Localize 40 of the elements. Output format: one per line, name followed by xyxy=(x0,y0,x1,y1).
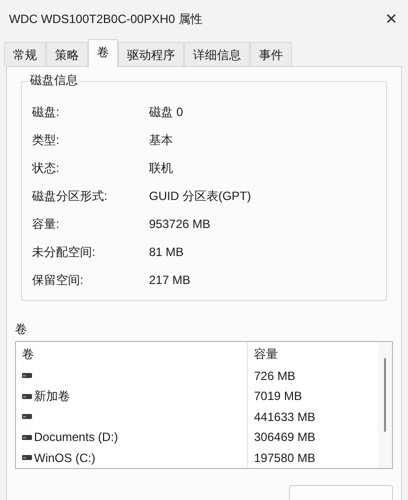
column-header[interactable]: 卷 xyxy=(16,342,248,366)
volume-capacity: 306469 MB xyxy=(253,429,316,446)
field-label: 磁盘: xyxy=(32,104,60,121)
section-label: 卷 xyxy=(15,323,28,335)
tab[interactable]: 驱动程序 xyxy=(118,42,184,66)
field-value: GUID 分区表(GPT) xyxy=(149,188,251,205)
tab[interactable]: 策略 xyxy=(46,42,88,66)
scrollbar[interactable] xyxy=(378,342,392,468)
field-label: 类型: xyxy=(32,132,60,149)
field-label: 状态: xyxy=(32,160,60,177)
field-label: 磁盘分区形式: xyxy=(32,188,108,205)
field-value: 磁盘 0 xyxy=(149,104,184,121)
tab[interactable]: 常规 xyxy=(4,42,46,66)
field-value: 81 MB xyxy=(149,244,184,261)
field-value: 联机 xyxy=(149,160,173,177)
field-value: 953726 MB xyxy=(149,216,210,233)
volume-capacity: 726 MB xyxy=(253,368,296,385)
volume-capacity: 7019 MB xyxy=(253,388,302,406)
tab[interactable]: 事件 xyxy=(250,42,292,66)
window-title: WDC WDS100T2B0C-00PXH0 属性 xyxy=(9,11,202,28)
field-label: 未分配空间: xyxy=(32,244,96,261)
drive-icon xyxy=(22,373,32,378)
close-button[interactable]: ✕ xyxy=(385,12,398,26)
field-value: 基本 xyxy=(149,132,173,149)
drive-icon xyxy=(22,414,32,420)
drive-icon xyxy=(22,394,32,399)
column-header[interactable]: 容量 xyxy=(248,342,378,366)
drive-icon xyxy=(22,455,32,460)
tab[interactable]: 详细信息 xyxy=(184,42,250,66)
volume-capacity: 441633 MB xyxy=(253,408,316,426)
volume-capacity: 197580 MB xyxy=(253,450,316,467)
field-value: 217 MB xyxy=(149,272,190,289)
group-title: 磁盘信息 xyxy=(28,74,80,86)
field-label: 容量: xyxy=(32,216,60,233)
field-label: 保留空间: xyxy=(32,272,84,289)
volume-name: WinOS (C:) xyxy=(34,450,96,467)
drive-icon xyxy=(22,434,32,440)
tab[interactable]: 卷 xyxy=(88,39,118,67)
volume-name: Documents (D:) xyxy=(34,429,118,446)
volume-name: 新加卷 xyxy=(34,388,70,406)
